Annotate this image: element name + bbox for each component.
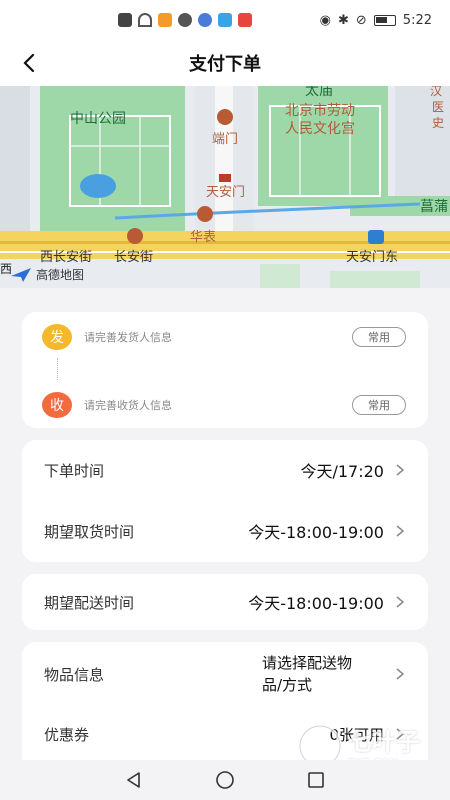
back-triangle-icon[interactable] xyxy=(124,770,144,790)
time-card: 下单时间 今天/17:20 期望取货时间 今天-18:00-19:00 xyxy=(22,440,428,562)
play-icon xyxy=(158,13,172,27)
map-label-labor-palace-1: 北京市劳动 xyxy=(285,103,355,119)
pickup-time-value: 今天-18:00-19:00 xyxy=(248,523,384,542)
home-circle-icon[interactable] xyxy=(214,769,236,791)
address-card: 发 请完善发货人信息 常用 收 请完善收货人信息 常用 xyxy=(22,312,428,428)
goods-value-line2: 品/方式 xyxy=(262,676,313,694)
pickup-time-label: 期望取货时间 xyxy=(44,522,135,541)
map-label-tiananmen: 天安门 xyxy=(206,185,246,200)
order-time-label: 下单时间 xyxy=(44,461,105,480)
order-time-row[interactable]: 下单时间 今天/17:20 xyxy=(22,450,428,490)
map-label-changan: 长安街 xyxy=(114,250,154,265)
sender-row[interactable]: 发 请完善发货人信息 xyxy=(42,324,172,350)
chevron-right-icon xyxy=(396,525,405,537)
alert-icon xyxy=(118,13,132,27)
receiver-badge: 收 xyxy=(42,392,72,418)
mute-icon: ⊘ xyxy=(355,12,367,28)
delivery-card: 期望配送时间 今天-18:00-19:00 xyxy=(22,574,428,630)
music-icon xyxy=(198,13,212,27)
chevron-right-icon xyxy=(396,464,405,476)
coupon-label: 优惠券 xyxy=(44,725,90,744)
map-label-changpu: 菖蒲 xyxy=(420,199,448,215)
map-label-tiananmen-east: 天安门东 xyxy=(346,250,399,265)
order-time-value: 今天/17:20 xyxy=(300,462,384,481)
chevron-right-icon xyxy=(396,596,405,608)
wifi-icon xyxy=(138,13,152,27)
receiver-hint: 请完善收货人信息 xyxy=(84,399,172,412)
eye-icon: ◉ xyxy=(319,12,331,28)
gaode-logo: 高德地图 xyxy=(10,266,84,283)
map-view[interactable]: 中山公园 太庙 北京市劳动 人民文化宫 端门 天安门 华表 西长安街 长安街 天… xyxy=(0,86,450,288)
recents-square-icon[interactable] xyxy=(306,770,326,790)
map-label-west-changan: 西长安街 xyxy=(40,250,93,265)
battery-icon xyxy=(373,14,396,26)
goods-value: 请选择配送物 品/方式 xyxy=(262,652,384,696)
sender-hint: 请完善发货人信息 xyxy=(84,331,172,344)
search-app-icon xyxy=(218,13,232,27)
goods-value-line1: 请选择配送物 xyxy=(262,654,353,672)
map-label-right-2: 医 xyxy=(432,100,445,114)
map-label-duanmen: 端门 xyxy=(212,132,239,147)
delivery-time-label: 期望配送时间 xyxy=(44,593,135,612)
pickup-time-row[interactable]: 期望取货时间 今天-18:00-19:00 xyxy=(22,511,428,551)
map-label-huabiao: 华表 xyxy=(190,230,217,245)
map-label-taimiao: 太庙 xyxy=(305,86,333,99)
goods-label: 物品信息 xyxy=(44,665,105,684)
route-divider xyxy=(57,358,58,380)
bluetooth-icon: ✱ xyxy=(337,12,349,28)
map-label-zhongshan-park: 中山公园 xyxy=(70,111,126,127)
map-label-labor-palace-2: 人民文化宫 xyxy=(285,121,355,137)
chevron-left-icon xyxy=(23,53,35,73)
chevron-right-icon xyxy=(396,668,405,680)
gaode-label: 高德地图 xyxy=(36,268,85,282)
delivery-time-row[interactable]: 期望配送时间 今天-18:00-19:00 xyxy=(22,582,428,622)
compass-icon xyxy=(178,13,192,27)
goods-row[interactable]: 物品信息 请选择配送物 品/方式 xyxy=(22,652,428,696)
receiver-row[interactable]: 收 请完善收货人信息 xyxy=(42,392,172,418)
navigation-arrow-icon xyxy=(11,267,31,282)
system-nav-bar xyxy=(0,760,450,800)
map-label-right-3: 史 xyxy=(432,116,445,130)
notification-icons xyxy=(118,13,252,27)
delivery-time-value: 今天-18:00-19:00 xyxy=(248,594,384,613)
header: 支付下单 xyxy=(0,40,450,86)
sender-frequent-button[interactable]: 常用 xyxy=(352,327,406,347)
clock: 5:22 xyxy=(402,12,432,28)
sender-badge: 发 xyxy=(42,324,72,350)
status-bar: ◉ ✱ ⊘ 5:22 xyxy=(0,0,450,40)
watermark-text: 七叶子 xyxy=(348,728,420,756)
page-title: 支付下单 xyxy=(189,54,261,75)
receiver-frequent-button[interactable]: 常用 xyxy=(352,395,406,415)
mail-app-icon xyxy=(238,13,252,27)
back-button[interactable] xyxy=(14,48,44,78)
